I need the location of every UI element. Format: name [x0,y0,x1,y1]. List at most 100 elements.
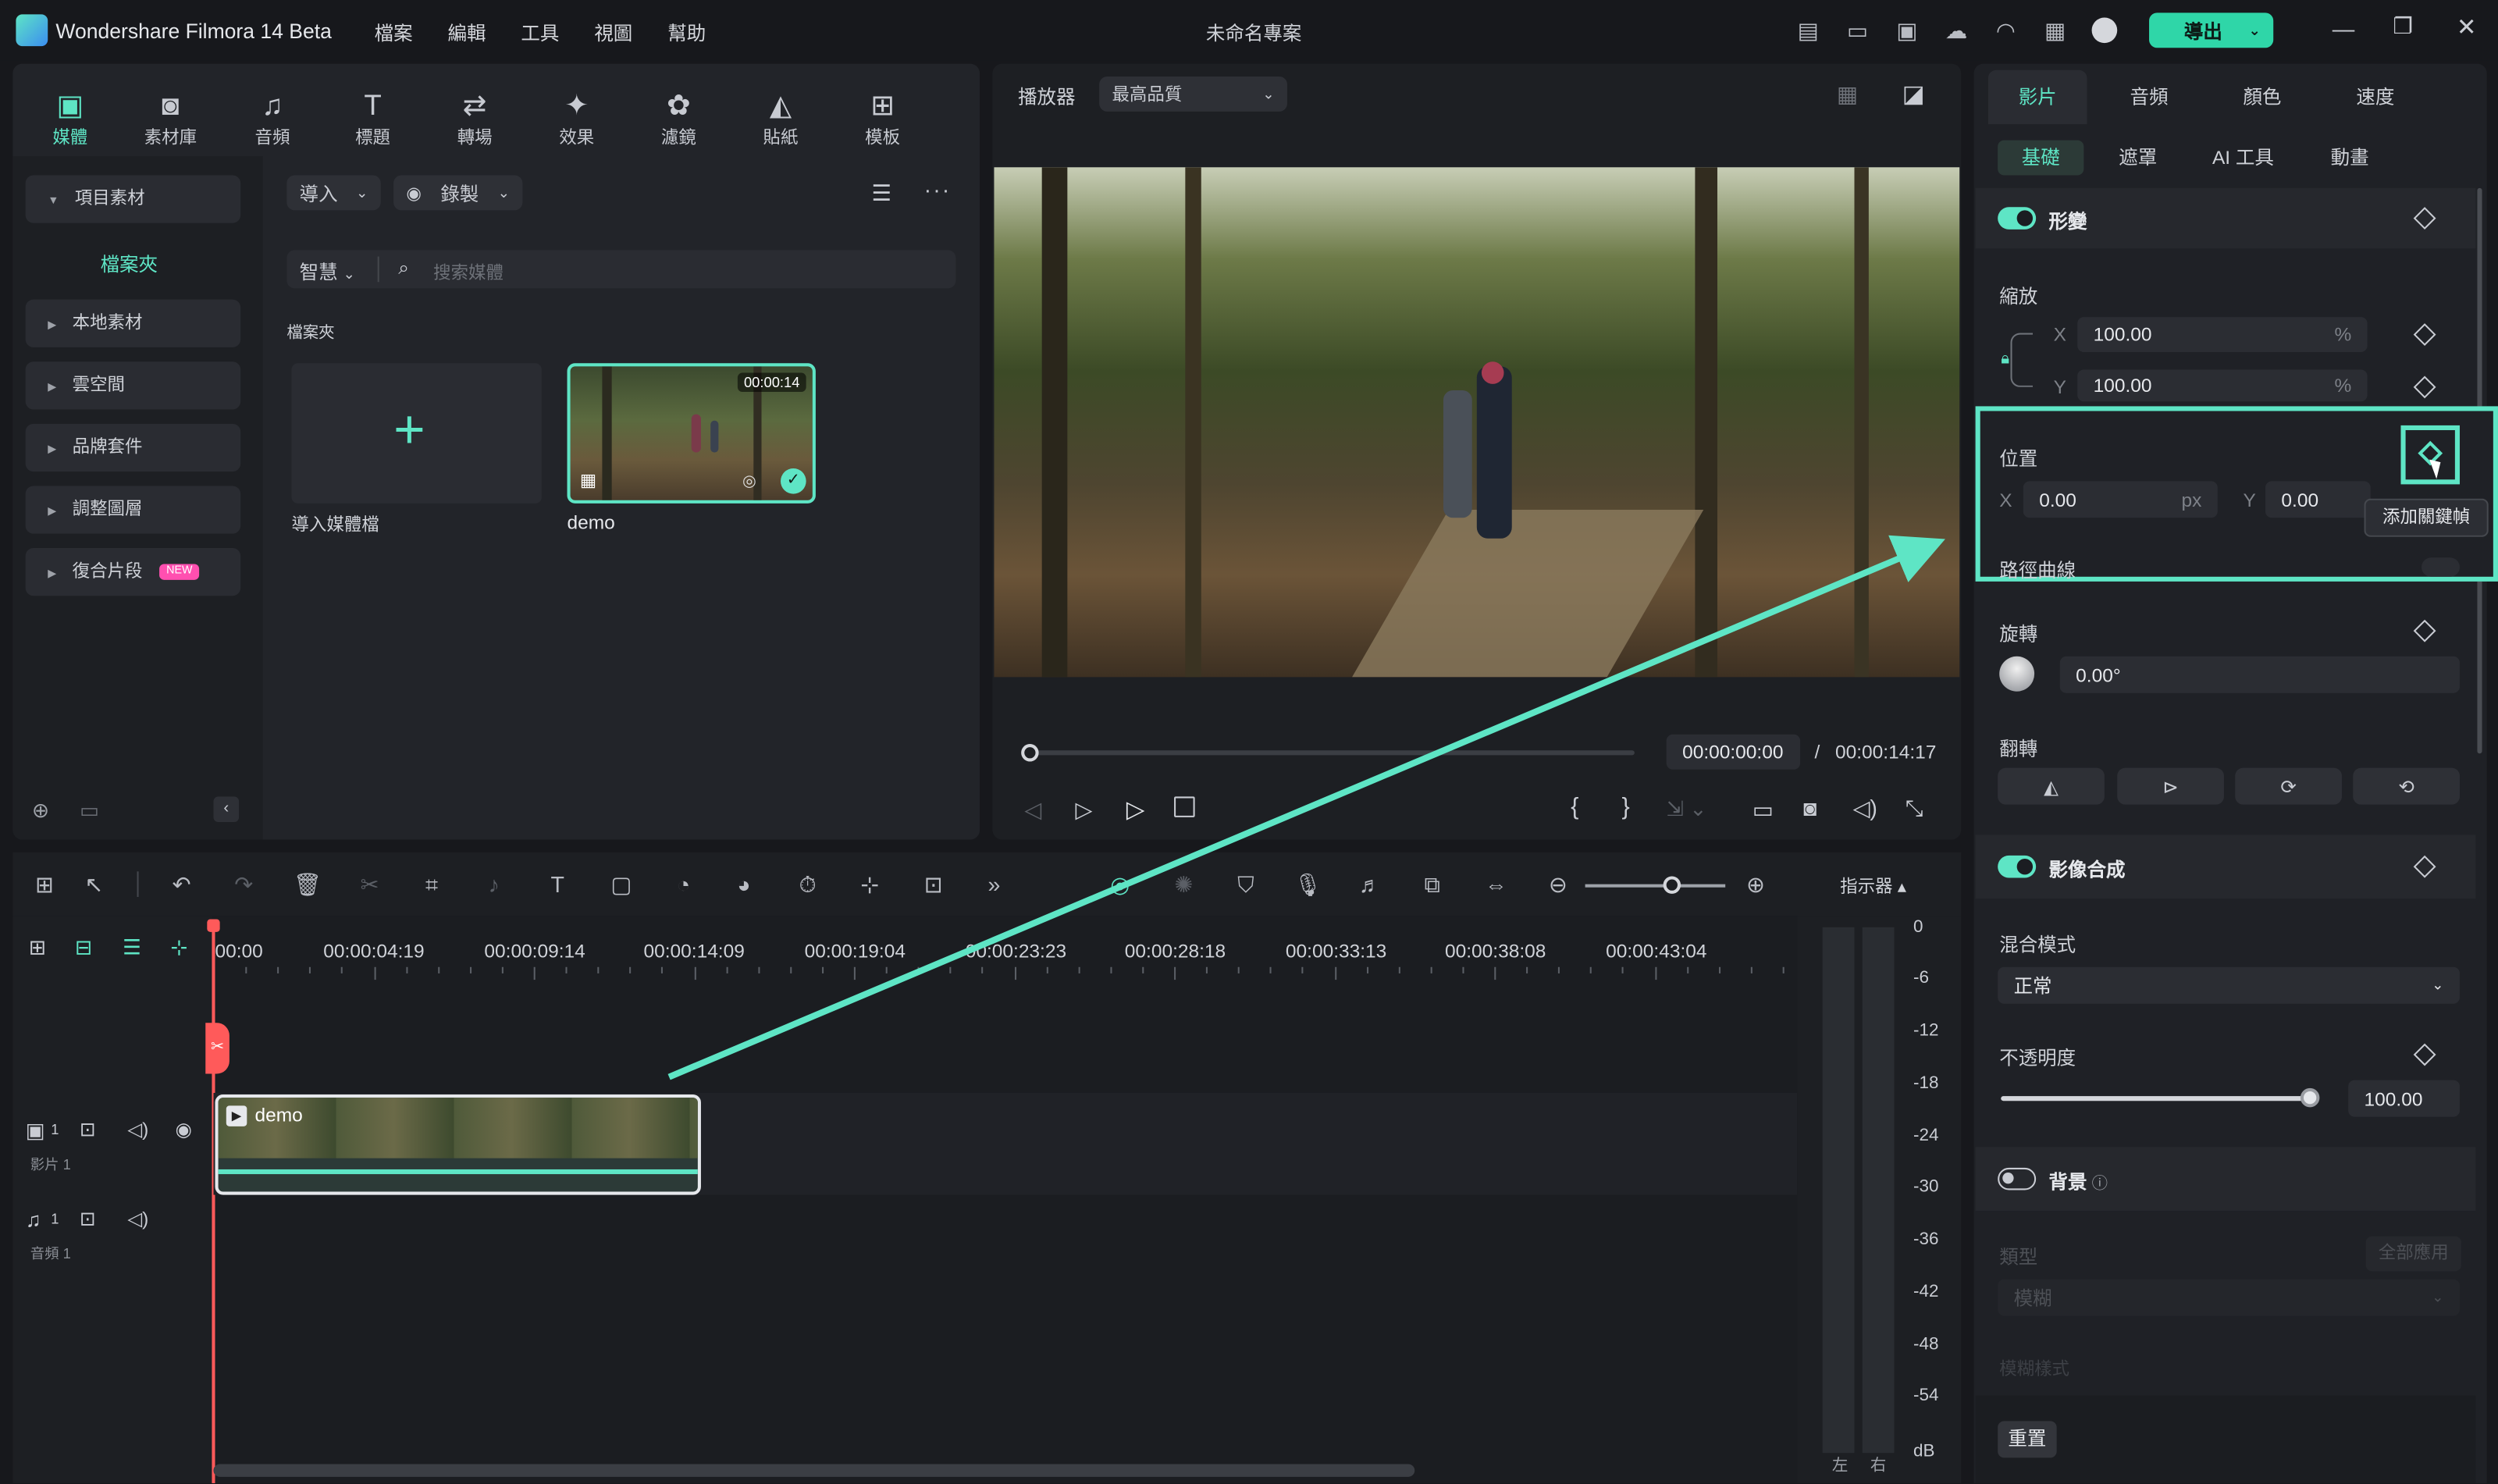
rotate-field[interactable]: 0.00° [2059,656,2460,693]
tab-audio[interactable]: 音頻 [2130,83,2169,110]
track-manager-icon[interactable]: ☰ [123,935,141,961]
color-palette-icon[interactable]: ◕ [728,871,760,900]
cloud-upload-icon[interactable]: ☁ [1939,12,1974,48]
delete-icon[interactable]: 🗑︎ [291,871,323,900]
playhead-cap[interactable] [207,919,220,932]
current-time[interactable]: 00:00:00:00 [1666,734,1801,770]
apply-all-button[interactable]: 全部應用 [2365,1236,2462,1272]
playback-progress-track[interactable] [1029,750,1635,756]
replace-icon[interactable]: ⇔ [1480,871,1512,900]
apps-grid-icon[interactable]: ▦ [2037,12,2073,48]
zoom-out-icon[interactable]: ⊖ [1542,871,1574,900]
video-preview[interactable] [994,167,1960,678]
avatar[interactable] [2087,12,2122,48]
next-frame-icon[interactable]: ▷ [1076,796,1093,824]
position-y-field[interactable]: 0.00 [2265,481,2371,518]
subtab-ai-tools[interactable]: AI 工具 [2195,141,2290,176]
mute-track-icon[interactable]: ◁) [127,1208,148,1230]
split-scissors-icon[interactable]: ✂ [354,871,386,900]
undo-icon[interactable]: ↶ [165,871,197,900]
lock-icon[interactable]: 🔒︎ [2001,350,2010,368]
play-icon[interactable]: ▷ [1126,795,1145,824]
redo-icon[interactable]: ↷ [228,871,260,900]
ai-frame-icon[interactable]: ⊹ [854,871,886,900]
tab-effects[interactable]: ✦ 效果 [525,80,628,150]
microphone-icon[interactable]: 🎙︎ [1292,871,1324,900]
select-arrow-icon[interactable]: ↖ [78,871,110,900]
camera-icon[interactable]: ◙ [1803,795,1817,820]
pip-icon[interactable]: ⧉ [1416,871,1448,900]
tab-library[interactable]: ◙ 素材庫 [118,80,223,150]
new-folder-icon[interactable]: ⊕ [32,798,49,824]
opacity-field[interactable]: 100.00 [2348,1080,2460,1117]
save-icon[interactable]: ▣ [1889,12,1924,48]
shape-icon[interactable]: ▢ [606,871,638,900]
smart-filter-dropdown[interactable]: 智慧 ⌄ [300,258,355,286]
tab-speed[interactable]: 速度 [2356,83,2394,110]
zoom-slider[interactable] [1585,884,1726,888]
collapse-sidebar-button[interactable]: ‹ [213,796,240,823]
reset-button[interactable]: 重置 [1998,1421,2057,1458]
tab-audio[interactable]: ♫ 音頻 [223,80,322,150]
more-icon[interactable]: ··· [924,177,952,203]
bg-type-select[interactable]: 模糊 ⌄ [1998,1279,2460,1316]
add-keyframe-button[interactable] [2400,425,2460,485]
filter-sort-icon[interactable]: ☰ [871,180,891,208]
stabilize-icon[interactable]: ⊡ [918,871,950,900]
sidebar-project-media[interactable]: ▼ 項目素材 [25,175,241,223]
menu-help[interactable]: 幫助 [667,19,706,46]
render-icon[interactable]: ✺ [1168,871,1200,900]
opacity-slider[interactable] [2001,1096,2311,1101]
export-button[interactable]: 導出 ⌄ [2149,12,2274,48]
lock-track-icon[interactable]: ⊡ [80,1119,96,1141]
grid-view-icon[interactable]: ▦ [1837,81,1858,109]
prev-frame-icon[interactable]: ◁ [1024,796,1041,824]
scale-y-field[interactable]: 100.00% [2077,369,2368,402]
audio-edit-icon[interactable]: ♪ [478,871,510,900]
text-icon[interactable]: T [542,871,574,900]
flip-vertical-button[interactable]: ⊳ [2117,767,2224,805]
playhead-handle[interactable] [1021,744,1039,762]
subtab-mask[interactable]: 遮罩 [2097,141,2180,176]
zoom-slider-handle[interactable] [1663,876,1681,894]
music-list-icon[interactable]: ♬ [1354,871,1386,900]
feedback-icon[interactable]: ▤ [1791,12,1826,48]
folder-icon[interactable]: ▭ [80,798,99,824]
timeline-video-clip[interactable]: ▶ demo [215,1094,701,1195]
auto-ripple-icon[interactable]: ◎ [1104,871,1136,900]
volume-icon[interactable]: ◁) [1852,795,1877,822]
subtab-animation[interactable]: 動畫 [2307,141,2393,176]
background-toggle[interactable] [1998,1167,2037,1190]
help-icon[interactable]: ⓘ [2092,1169,2108,1193]
sidebar-item-adjust[interactable]: ▶ 調整圖層 [25,486,241,534]
sidebar-item-cloud[interactable]: ▶ 雲空間 [25,361,241,410]
speed-icon[interactable]: ◔ [667,871,699,900]
blend-mode-select[interactable]: 正常 ⌄ [1998,966,2460,1004]
sidebar-folder[interactable]: 檔案夾 [101,250,158,277]
timeline-playhead[interactable] [212,919,215,1483]
tab-media[interactable]: ▣ 媒體 [23,80,118,150]
position-x-field[interactable]: 0.00 px [2023,481,2218,518]
flip-horizontal-button[interactable]: ◭ [1998,767,2105,805]
sidebar-item-local[interactable]: ▶ 本地素材 [25,299,241,347]
search-input[interactable]: 搜索媒體 [433,260,504,286]
sidebar-item-compound[interactable]: ▶ 復合片段 NEW [25,548,241,596]
close-icon[interactable]: ✕ [2457,12,2477,41]
tab-filters[interactable]: ✿ 濾鏡 [628,80,730,150]
layout-grid-icon[interactable]: ⊞ [29,871,61,900]
zoom-in-icon[interactable]: ⊕ [1740,871,1772,900]
opacity-slider-handle[interactable] [2300,1087,2320,1108]
marker-icon[interactable]: ⛉ [1229,871,1261,900]
layout-icon[interactable]: ▭ [1840,12,1875,48]
compositing-toggle[interactable] [1998,855,2037,878]
timeline-scrollbar[interactable] [213,1464,1415,1477]
meter-dropdown[interactable]: 指示器 ▴ [1840,873,1906,899]
snap-icon[interactable]: ⊹ [170,935,187,961]
tab-titles[interactable]: T 標題 [322,80,424,150]
timer-icon[interactable]: ⏱︎ [792,871,824,900]
subtab-basic[interactable]: 基礎 [1998,140,2084,176]
scale-x-field[interactable]: 100.00% [2077,317,2368,353]
rotate-dial[interactable] [1999,656,2035,692]
insert-icon[interactable]: ⇲ ⌄ [1667,796,1707,822]
quality-dropdown[interactable]: 最高品質 ⌄ [1099,76,1287,112]
